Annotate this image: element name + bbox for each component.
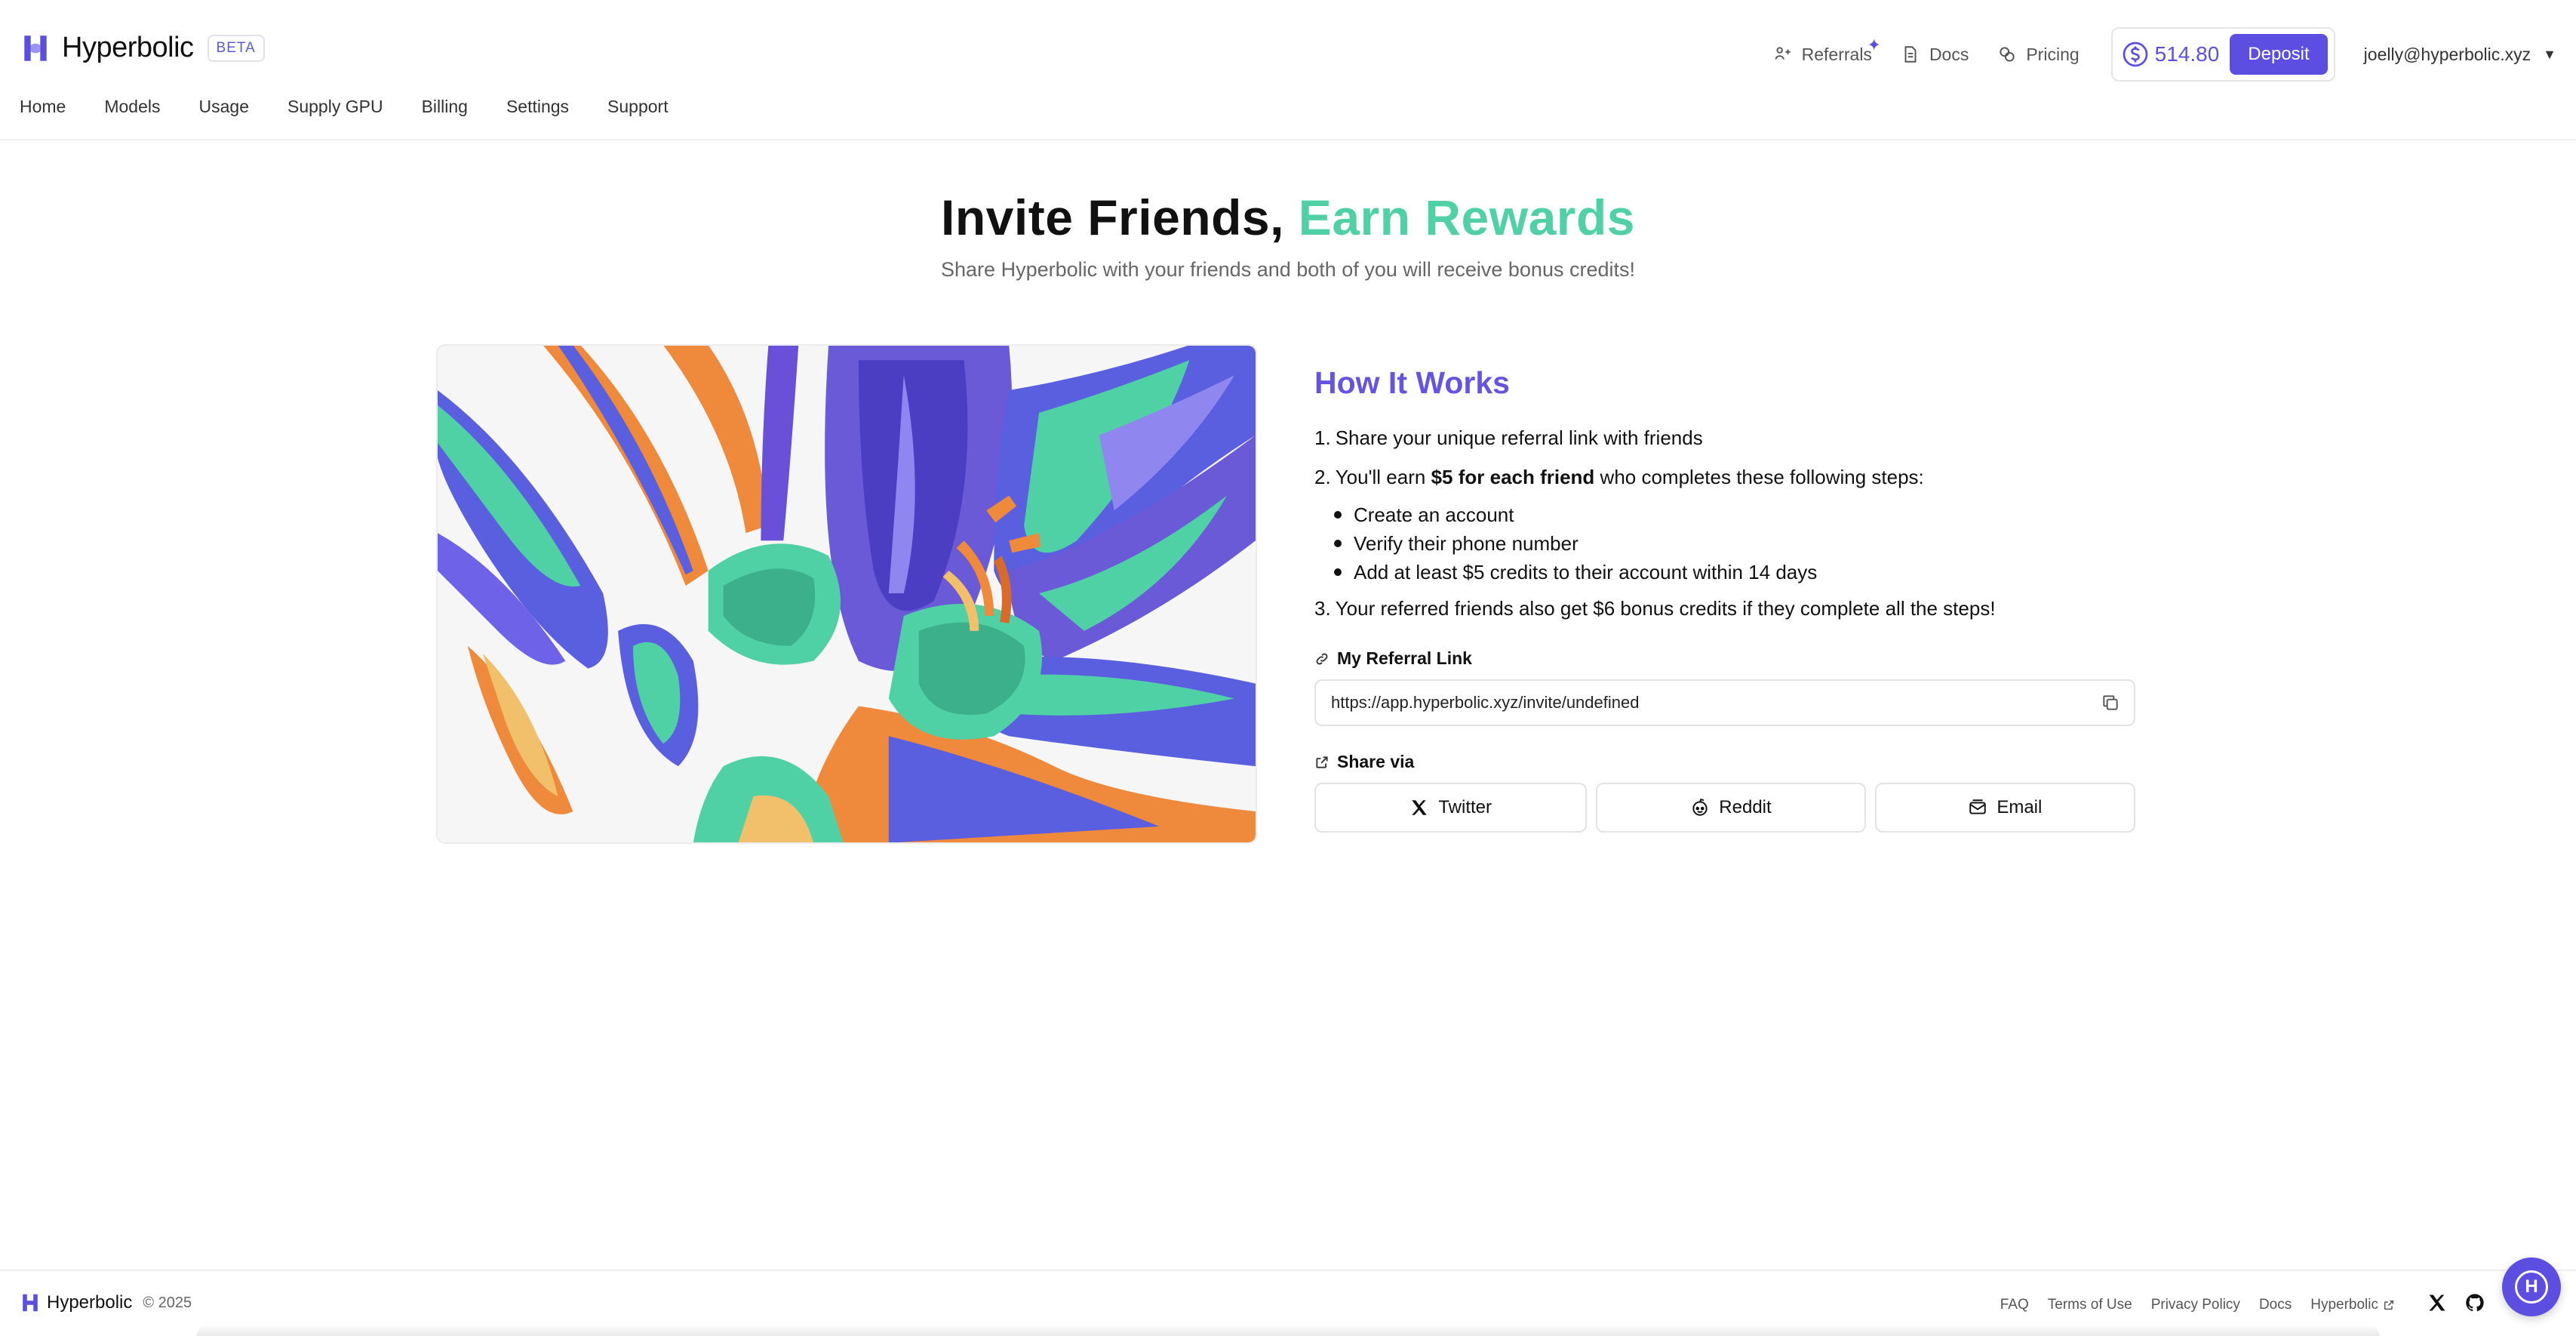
requirement-list: Create an account Verify their phone num… [1334, 500, 2135, 586]
title-accent: Earn Rewards [1298, 189, 1635, 245]
step-number: 1. [1314, 426, 1331, 449]
step-2-bold: $5 for each friend [1431, 466, 1595, 488]
footer-shadow [196, 1324, 2380, 1336]
list-item-text: Add at least $5 credits to their account… [1354, 561, 1818, 583]
list-item-text: Create an account [1354, 503, 1514, 526]
chat-logo-icon: H [2515, 1270, 2548, 1304]
share-twitter-label: Twitter [1438, 797, 1492, 817]
share-reddit-button[interactable]: Reddit [1596, 783, 1866, 833]
title-main: Invite Friends, [941, 189, 1284, 245]
x-logo-icon [1412, 800, 1428, 815]
support-chat-button[interactable]: H [2502, 1258, 2561, 1316]
footer-brand[interactable]: Hyperbolic © 2025 [20, 1292, 192, 1313]
lily-artwork [438, 346, 1256, 842]
balance-box: 514.80 Deposit [2110, 27, 2335, 82]
referrals-label: Referrals [1801, 44, 1872, 64]
step-2-pre: You'll earn [1335, 466, 1426, 488]
hyperbolic-logo-icon [23, 1294, 38, 1312]
pricing-link[interactable]: Pricing [1997, 44, 2080, 65]
step-1: 1. Share your unique referral link with … [1314, 423, 2135, 452]
footer-link-docs[interactable]: Docs [2259, 1297, 2292, 1313]
step-text: Share your unique referral link with fri… [1335, 426, 1703, 449]
footer-copyright: © 2025 [143, 1294, 192, 1311]
top-right-actions: Referrals ✦ Docs Pricing 514.80 Deposit … [1773, 27, 2556, 82]
share-buttons: Twitter Reddit Email [1314, 783, 2135, 833]
user-menu[interactable]: joelly@hyperbolic.xyz ▼ [2364, 45, 2556, 65]
referral-link-value: https://app.hyperbolic.xyz/invite/undefi… [1331, 693, 1640, 712]
credit-balance: 514.80 [2154, 42, 2220, 66]
nav-usage[interactable]: Usage [199, 97, 249, 117]
how-it-works-title: How It Works [1314, 365, 1510, 400]
share-email-button[interactable]: Email [1874, 783, 2135, 833]
share-email-label: Email [1997, 797, 2043, 817]
main-nav: Home Models Usage Supply GPU Billing Set… [20, 97, 707, 117]
beta-badge: BETA [207, 34, 265, 62]
step-text: You'll earn $5 for each friend who compl… [1336, 463, 1924, 491]
step-number: 2. [1314, 466, 1331, 488]
copy-icon[interactable] [2101, 693, 2120, 713]
referral-icon [1774, 47, 1791, 60]
referrals-link[interactable]: Referrals ✦ [1773, 35, 1881, 65]
nav-settings[interactable]: Settings [506, 97, 569, 117]
list-item: Add at least $5 credits to their account… [1334, 558, 2135, 586]
footer-link-privacy[interactable]: Privacy Policy [2151, 1297, 2240, 1313]
docs-label: Docs [1929, 44, 1969, 64]
dollar-circle-icon [2123, 42, 2148, 67]
footer-links: FAQ Terms of Use Privacy Policy Docs Hyp… [1981, 1297, 2395, 1313]
sparkle-icon: ✦ [1867, 35, 1881, 54]
nav-billing[interactable]: Billing [422, 97, 468, 117]
footer-link-hyperbolic-text: Hyperbolic [2310, 1297, 2378, 1313]
share-via-label-text: Share via [1337, 752, 1415, 771]
step-3: 3. Your referred friends also get $6 bon… [1314, 594, 2135, 623]
step-2-post: who completes these following steps: [1600, 466, 1924, 488]
list-item: Verify their phone number [1334, 529, 2135, 558]
deposit-button[interactable]: Deposit [2230, 34, 2328, 75]
step-number: 3. [1314, 597, 1331, 620]
footer-link-terms[interactable]: Terms of Use [2048, 1297, 2132, 1313]
share-via-label: Share via [1314, 752, 2135, 772]
email-icon [1969, 799, 1987, 814]
coins-icon [2000, 47, 2015, 62]
bullet-dot [1334, 511, 1342, 519]
lily-illustration [436, 344, 1257, 844]
referral-link-label-text: My Referral Link [1337, 648, 1472, 668]
share-reddit-label: Reddit [1719, 797, 1772, 817]
document-icon [1904, 46, 1917, 63]
external-link-icon [2384, 1300, 2394, 1310]
step-text: Your referred friends also get $6 bonus … [1335, 597, 1996, 620]
page-title: Invite Friends, Earn Rewards [0, 189, 2576, 246]
external-link-icon [1316, 756, 1328, 768]
brand-name: Hyperbolic [62, 32, 194, 63]
page-subtitle: Share Hyperbolic with your friends and b… [941, 258, 1635, 281]
docs-link[interactable]: Docs [1901, 45, 1969, 65]
caret-down-icon: ▼ [2543, 46, 2556, 62]
link-icon [1316, 653, 1328, 664]
list-item-text: Verify their phone number [1354, 532, 1578, 555]
pricing-label: Pricing [2026, 44, 2080, 64]
referral-link-field[interactable]: https://app.hyperbolic.xyz/invite/undefi… [1314, 679, 2135, 726]
footer-social [2410, 1292, 2485, 1313]
step-2: 2. You'll earn $5 for each friend who co… [1314, 463, 2135, 491]
footer-link-hyperbolic[interactable]: Hyperbolic [2310, 1297, 2395, 1313]
nav-models[interactable]: Models [104, 97, 160, 117]
user-email: joelly@hyperbolic.xyz [2363, 44, 2531, 64]
list-item: Create an account [1334, 500, 2135, 529]
referral-link-label: My Referral Link [1314, 648, 2135, 669]
hyperbolic-logo-icon [24, 35, 47, 61]
nav-supply-gpu[interactable]: Supply GPU [287, 97, 383, 117]
github-icon[interactable] [2464, 1292, 2485, 1313]
footer: Hyperbolic © 2025 FAQ Terms of Use Priva… [0, 1270, 2576, 1336]
nav-home[interactable]: Home [20, 97, 66, 117]
x-logo-icon[interactable] [2427, 1292, 2448, 1313]
share-twitter-button[interactable]: Twitter [1314, 783, 1588, 833]
brand[interactable]: Hyperbolic BETA [20, 32, 265, 64]
how-it-works: How It Works 1. Share your unique referr… [1314, 365, 2135, 833]
bullet-dot [1334, 568, 1342, 576]
footer-brand-name: Hyperbolic [47, 1292, 133, 1313]
footer-link-faq[interactable]: FAQ [2000, 1297, 2029, 1313]
top-header: Hyperbolic BETA Referrals ✦ Docs Pricing… [0, 0, 2576, 140]
reddit-icon [1692, 798, 1708, 816]
bullet-dot [1334, 540, 1342, 547]
nav-support[interactable]: Support [607, 97, 669, 117]
